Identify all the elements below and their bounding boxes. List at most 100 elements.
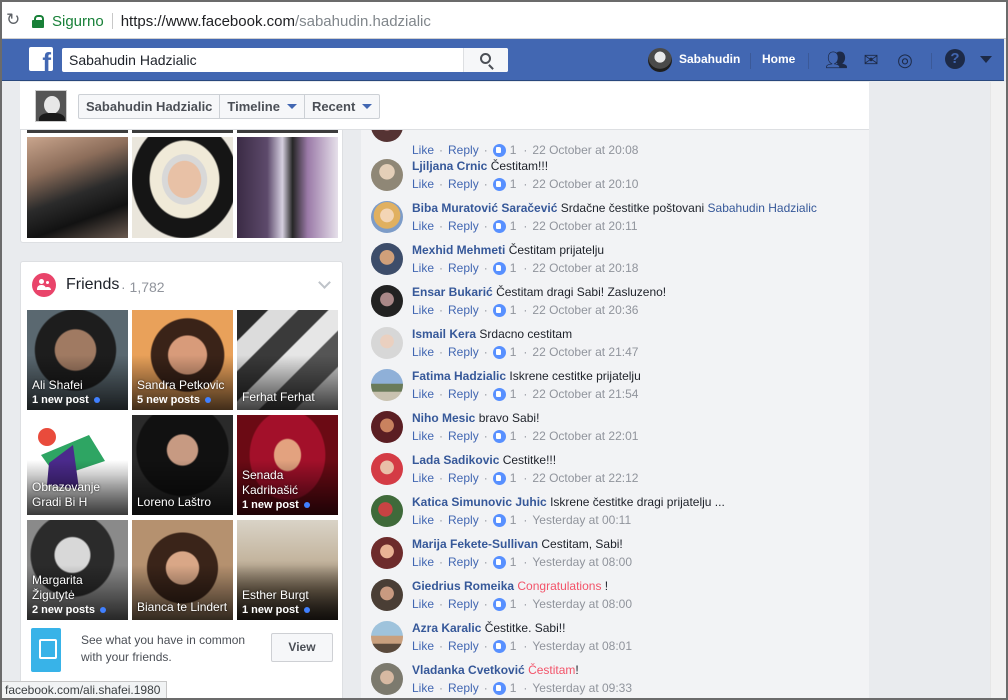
- friend-name[interactable]: Loreno Laštro: [137, 495, 231, 510]
- friend-name[interactable]: Senada Kadribašić: [242, 468, 336, 498]
- friend-tile[interactable]: Esther Burgt 1 new post: [237, 520, 338, 620]
- comment-time[interactable]: 22 October at 22:01: [532, 429, 638, 444]
- comment-author[interactable]: Ensar Bukarić: [412, 285, 493, 299]
- like-button[interactable]: Like: [412, 555, 434, 570]
- reload-icon[interactable]: ↻: [6, 10, 26, 30]
- view-button[interactable]: View: [271, 633, 333, 662]
- reply-button[interactable]: Reply: [448, 513, 479, 528]
- reply-button[interactable]: Reply: [448, 681, 479, 696]
- chevron-down-icon[interactable]: [318, 276, 331, 289]
- mention-link[interactable]: Sabahudin Hadzialic: [708, 201, 817, 215]
- friend-name[interactable]: Bianca te Lindert: [137, 600, 231, 615]
- comment-time[interactable]: 22 October at 20:11: [532, 219, 637, 234]
- friend-tile[interactable]: Bianca te Lindert: [132, 520, 233, 620]
- avatar[interactable]: [371, 495, 403, 527]
- friend-tile[interactable]: Margarita Žigutytė 2 new posts: [27, 520, 128, 620]
- reply-button[interactable]: Reply: [448, 555, 479, 570]
- avatar[interactable]: [371, 327, 403, 359]
- like-button[interactable]: Like: [412, 597, 434, 612]
- photo-thumbnail[interactable]: [132, 137, 233, 238]
- avatar[interactable]: [371, 243, 403, 275]
- friend-name[interactable]: Ferhat Ferhat: [242, 390, 336, 405]
- reply-button[interactable]: Reply: [448, 639, 479, 654]
- friend-tile[interactable]: Ali Shafei 1 new post: [27, 310, 128, 410]
- comment-time[interactable]: 22 October at 21:47: [532, 345, 638, 360]
- page-scrollbar[interactable]: [990, 82, 1006, 698]
- like-button[interactable]: Like: [412, 219, 434, 234]
- profile-avatar[interactable]: [35, 90, 67, 122]
- like-button[interactable]: Like: [412, 345, 434, 360]
- like-button[interactable]: Like: [412, 681, 434, 696]
- like-button[interactable]: Like: [412, 471, 434, 486]
- friend-name[interactable]: Esther Burgt: [242, 588, 336, 603]
- like-button[interactable]: Like: [412, 639, 434, 654]
- friend-name[interactable]: Sandra Petkovic: [137, 378, 231, 393]
- nav-avatar[interactable]: [648, 48, 672, 72]
- comment-author[interactable]: Lada Sadikovic: [412, 453, 499, 467]
- comment-author[interactable]: Ljiljana Crnic: [412, 159, 487, 173]
- comment-time[interactable]: Yesterday at 08:01: [532, 639, 632, 654]
- avatar[interactable]: [371, 579, 403, 611]
- friend-name[interactable]: Margarita Žigutytė: [32, 573, 126, 603]
- like-button[interactable]: Like: [412, 429, 434, 444]
- reply-button[interactable]: Reply: [448, 345, 479, 360]
- like-button[interactable]: Like: [412, 177, 434, 192]
- friend-name[interactable]: Obrazovanje Gradi Bi H: [32, 480, 126, 510]
- photo-thumbnail[interactable]: [27, 137, 128, 238]
- avatar[interactable]: [371, 159, 403, 191]
- comment-time[interactable]: 22 October at 20:36: [532, 303, 638, 318]
- avatar[interactable]: [371, 369, 403, 401]
- comment-author[interactable]: Marija Fekete-Sullivan: [412, 537, 538, 551]
- comment-time[interactable]: 22 October at 20:10: [532, 177, 638, 192]
- nav-home-link[interactable]: Home: [762, 52, 795, 66]
- tab-recent[interactable]: Recent: [305, 95, 379, 118]
- like-button[interactable]: Like: [412, 513, 434, 528]
- avatar[interactable]: [371, 663, 403, 695]
- avatar[interactable]: [371, 453, 403, 485]
- reply-button[interactable]: Reply: [448, 143, 479, 158]
- help-icon[interactable]: ?: [945, 49, 965, 69]
- avatar[interactable]: [371, 621, 403, 653]
- comment-time[interactable]: 22 October at 21:54: [532, 387, 638, 402]
- highlighted-word[interactable]: Čestitam: [528, 663, 575, 677]
- reply-button[interactable]: Reply: [448, 387, 479, 402]
- nav-profile-link[interactable]: Sabahudin: [679, 52, 740, 66]
- friend-requests-icon[interactable]: 👥︎: [825, 50, 848, 70]
- avatar[interactable]: [371, 537, 403, 569]
- tab-profile-name[interactable]: Sabahudin Hadzialic: [79, 95, 221, 118]
- comment-time[interactable]: Yesterday at 00:11: [532, 513, 631, 528]
- friend-tile[interactable]: Ferhat Ferhat: [237, 310, 338, 410]
- reply-button[interactable]: Reply: [448, 597, 479, 612]
- search-button[interactable]: [463, 48, 508, 72]
- reply-button[interactable]: Reply: [448, 177, 479, 192]
- reply-button[interactable]: Reply: [448, 219, 479, 234]
- comment-author[interactable]: Giedrius Romeika: [412, 579, 514, 593]
- avatar[interactable]: [371, 411, 403, 443]
- like-button[interactable]: Like: [412, 261, 434, 276]
- avatar[interactable]: [371, 130, 403, 142]
- reply-button[interactable]: Reply: [448, 429, 479, 444]
- notifications-globe-icon[interactable]: ◎: [894, 50, 916, 70]
- facebook-logo-icon[interactable]: f: [29, 47, 53, 71]
- comment-time[interactable]: Yesterday at 08:00: [532, 597, 632, 612]
- like-button[interactable]: Like: [412, 143, 434, 158]
- reply-button[interactable]: Reply: [448, 261, 479, 276]
- photo-thumbnail[interactable]: [237, 137, 338, 238]
- comment-author[interactable]: Fatima Hadzialic: [412, 369, 506, 383]
- reply-button[interactable]: Reply: [448, 471, 479, 486]
- avatar[interactable]: [371, 201, 403, 233]
- friend-tile[interactable]: Sandra Petkovic 5 new posts: [132, 310, 233, 410]
- friends-title[interactable]: Friends: [66, 276, 119, 294]
- like-button[interactable]: Like: [412, 387, 434, 402]
- comment-author[interactable]: Ismail Kera: [412, 327, 476, 341]
- search-input[interactable]: [62, 48, 463, 72]
- messenger-icon[interactable]: ✉︎: [860, 50, 882, 70]
- tab-timeline[interactable]: Timeline: [220, 95, 305, 118]
- comment-author[interactable]: Niho Mesic: [412, 411, 475, 425]
- comment-author[interactable]: Azra Karalic: [412, 621, 481, 635]
- reply-button[interactable]: Reply: [448, 303, 479, 318]
- friend-tile[interactable]: Obrazovanje Gradi Bi H: [27, 415, 128, 515]
- highlighted-word[interactable]: Congratulations: [517, 579, 601, 593]
- url-field[interactable]: Sigurno https://www.facebook.com/sabahud…: [32, 8, 992, 34]
- comment-time[interactable]: 22 October at 22:12: [532, 471, 638, 486]
